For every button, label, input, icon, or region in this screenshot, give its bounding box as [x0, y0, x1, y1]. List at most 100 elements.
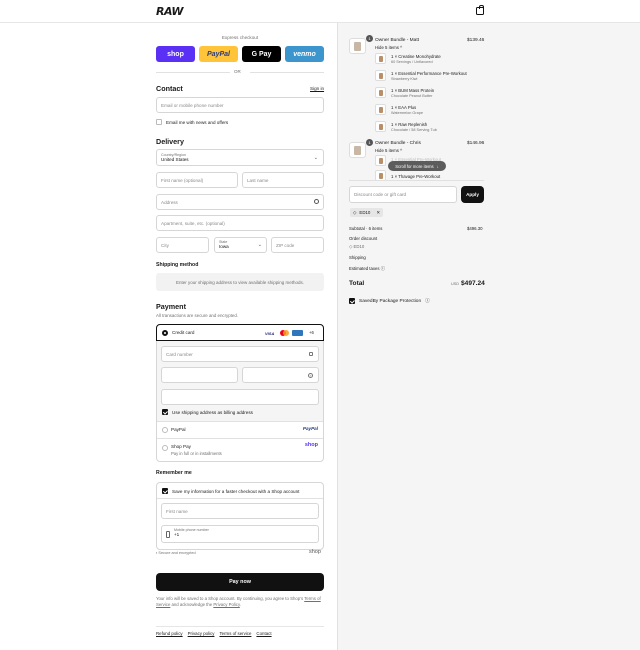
close-icon[interactable]: ✕ [376, 210, 380, 216]
privacy-policy-link[interactable]: Privacy policy [188, 631, 215, 636]
total-label: Total [349, 280, 365, 287]
credit-card-option[interactable]: Credit card VISA +6 [156, 324, 324, 341]
info-icon[interactable]: ⓘ [425, 298, 430, 304]
billing-checkbox[interactable] [162, 409, 168, 415]
venmo-button[interactable]: venmo [285, 46, 324, 62]
privacy-link[interactable]: Privacy Policy [213, 602, 239, 607]
shipping-label: Shipping [349, 255, 366, 260]
bag-icon[interactable] [476, 5, 484, 15]
info-icon[interactable]: ⓘ [381, 266, 385, 271]
shop-pay-button[interactable]: shop [156, 46, 195, 62]
paypal-button[interactable]: PayPal [199, 46, 238, 62]
tag-icon: ◇ [353, 209, 357, 215]
item-thumbnail [375, 155, 386, 166]
total-value: $497.24 [461, 280, 485, 287]
delivery-heading: Delivery [156, 137, 184, 146]
email-field[interactable]: Email or mobile phone number [156, 97, 324, 113]
shop-logo: shop [309, 549, 321, 555]
search-icon [314, 199, 319, 204]
expiration-field[interactable] [161, 367, 238, 383]
address-field[interactable]: Address [156, 194, 324, 210]
item-name: 1 × BUM Mass Protein [391, 88, 435, 93]
phone-icon [166, 531, 170, 538]
package-protection-row[interactable]: SavedBy Package Protection ⓘ [349, 298, 430, 304]
more-cards-label: +6 [309, 330, 314, 335]
radio[interactable] [162, 445, 168, 451]
terms-of-service-link[interactable]: Terms of service [219, 631, 251, 636]
zip-field[interactable]: ZIP code [271, 237, 324, 253]
subtotal-value: $496.30 [467, 226, 483, 231]
item-thumbnail [375, 53, 386, 64]
news-checkbox[interactable] [156, 119, 162, 125]
package-protection-checkbox[interactable] [349, 298, 355, 304]
city-field[interactable]: City [156, 237, 209, 253]
footer-links: Refund policy Privacy policy Terms of se… [156, 631, 272, 636]
lock-icon [309, 352, 313, 356]
item-name: 1 × EAA Plus [391, 105, 417, 110]
divider [157, 498, 323, 499]
help-icon[interactable]: ? [308, 373, 313, 378]
payment-heading: Payment [156, 302, 186, 311]
paypal-logo: PayPal [302, 426, 318, 431]
apply-button[interactable]: Apply [461, 186, 484, 203]
state-select[interactable]: State Iowa ⌄ [214, 237, 267, 253]
shipping-method-heading: Shipping method [156, 262, 199, 268]
quantity-badge: 1 [366, 35, 373, 42]
security-code-field[interactable]: ? [242, 367, 319, 383]
discount-code-field[interactable]: Discount code or gift card [349, 186, 457, 203]
first-name-field[interactable]: First name (optional) [156, 172, 238, 188]
mobile-phone-field[interactable]: Mobile phone number +1 [161, 525, 319, 543]
visa-icon: VISA [265, 331, 275, 336]
save-info-label: Save my information for a faster checkou… [172, 488, 300, 494]
or-divider: OR [156, 69, 324, 75]
google-pay-button[interactable]: G Pay [242, 46, 281, 62]
divider [349, 180, 484, 181]
pay-now-button[interactable]: Pay now [156, 573, 324, 591]
mastercard-icon [280, 330, 289, 336]
hide-items-toggle[interactable]: Hide 5 items ^ [375, 45, 402, 50]
refund-policy-link[interactable]: Refund policy [156, 631, 183, 636]
item-thumbnail [375, 121, 386, 132]
hide-items-toggle[interactable]: Hide 5 items ^ [375, 148, 402, 153]
paypal-option[interactable]: PayPal PayPal [157, 422, 323, 438]
name-on-card-field[interactable] [161, 389, 319, 405]
scroll-more-pill[interactable]: Scroll for more items ↓ [388, 161, 446, 171]
taxes-label: Estimated taxes ⓘ [349, 266, 386, 271]
radio[interactable] [162, 427, 168, 433]
paypal-label: PayPal [171, 427, 186, 432]
order-summary [337, 23, 640, 650]
item-variant: Strawberry Kiwi [391, 77, 418, 81]
discount-tag-label: ED10 [359, 210, 371, 215]
country-select[interactable]: Country/Region United States ⌄ [156, 149, 324, 166]
contact-link[interactable]: Contact [256, 631, 271, 636]
shop-pay-logo: shop [304, 442, 318, 448]
credit-card-label: Credit card [172, 330, 195, 335]
save-info-row[interactable]: Save my information for a faster checkou… [162, 488, 299, 494]
item-name: 1 × Thavage Pre-Workout [391, 174, 441, 179]
card-number-placeholder: Card number [166, 351, 193, 357]
item-thumbnail [375, 87, 386, 98]
bundle-price: $139.46 [467, 38, 485, 43]
last-name-field[interactable]: Last name [242, 172, 324, 188]
item-name: 1 × Creatine Monohydrate [391, 54, 441, 59]
shipping-method-message: Enter your shipping address to view avai… [156, 273, 324, 291]
sign-in-link[interactable]: Sign in [310, 86, 324, 91]
currency-label: USD [451, 282, 460, 286]
raw-logo[interactable]: RAW [156, 5, 184, 18]
news-checkbox-row[interactable]: Email me with news and offers [156, 119, 228, 125]
item-thumbnail [375, 104, 386, 115]
bundle-thumbnail [349, 38, 366, 54]
chevron-up-icon: ^ [400, 45, 403, 50]
billing-checkbox-row[interactable]: Use shipping address as billing address [162, 409, 253, 415]
radio-selected[interactable] [162, 330, 168, 336]
apartment-field[interactable]: Apartment, suite, etc. (optional) [156, 215, 324, 231]
shop-pay-label: Shop Pay [171, 444, 191, 449]
card-number-field[interactable]: Card number [161, 346, 319, 362]
remember-first-name-field[interactable]: First name [161, 503, 319, 519]
item-name: 1 × Raw Replenish [391, 122, 428, 127]
remember-me-heading: Remember me [156, 470, 192, 476]
shop-pay-option[interactable]: Shop Pay Pay in full or in installments … [157, 439, 323, 461]
package-protection-label: SavedBy Package Protection [359, 298, 422, 304]
order-discount-label: Order discount [349, 236, 378, 241]
save-info-checkbox[interactable] [162, 488, 168, 494]
